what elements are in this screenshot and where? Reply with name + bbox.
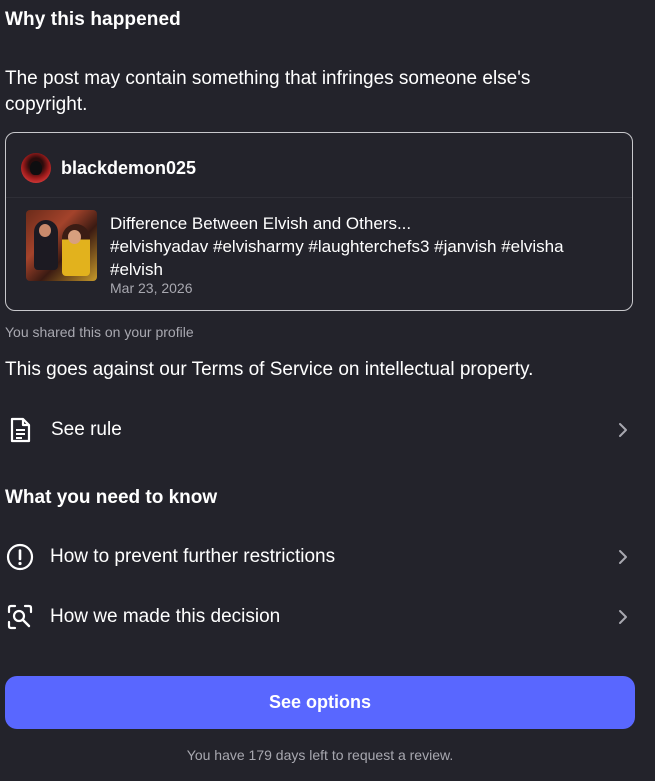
post-caption: Difference Between Elvish and Others... … (110, 212, 610, 281)
what-you-need-to-know-heading: What you need to know (5, 487, 218, 508)
chevron-right-icon (619, 610, 627, 624)
see-rule-label: See rule (51, 419, 122, 440)
decision-row[interactable]: How we made this decision (0, 592, 655, 642)
card-divider (6, 197, 632, 198)
post-card[interactable]: blackdemon025 Difference Between Elvish … (5, 132, 633, 311)
exclamation-circle-icon (6, 543, 34, 571)
document-icon (10, 417, 31, 443)
post-thumbnail[interactable] (26, 210, 97, 281)
restriction-details-page: Why this happened The post may contain s… (0, 0, 655, 781)
review-deadline-note: You have 179 days left to request a revi… (186, 747, 454, 763)
prevent-restrictions-label: How to prevent further restrictions (50, 546, 336, 567)
why-heading: Why this happened (5, 9, 181, 30)
post-caption-line: Difference Between Elvish and Others... (110, 214, 412, 233)
post-hashtags-line: #elvish (110, 260, 163, 279)
prevent-restrictions-row[interactable]: How to prevent further restrictions (0, 532, 655, 582)
see-options-button[interactable]: See options (5, 676, 635, 729)
avatar[interactable] (21, 153, 51, 183)
tos-text: This goes against our Terms of Service o… (5, 359, 534, 380)
chevron-right-icon (619, 423, 627, 437)
see-rule-row[interactable]: See rule (0, 405, 655, 455)
avatar-figure (30, 161, 42, 175)
reason-text: The post may contain something that infr… (5, 68, 531, 115)
shared-note: You shared this on your profile (5, 324, 194, 340)
post-username[interactable]: blackdemon025 (61, 158, 196, 179)
post-hashtags-line: #elvishyadav #elvisharmy #laughterchefs3… (110, 237, 564, 256)
decision-label: How we made this decision (50, 606, 281, 627)
post-date: Mar 23, 2026 (110, 280, 193, 296)
chevron-right-icon (619, 550, 627, 564)
magnify-scan-icon (7, 604, 33, 630)
